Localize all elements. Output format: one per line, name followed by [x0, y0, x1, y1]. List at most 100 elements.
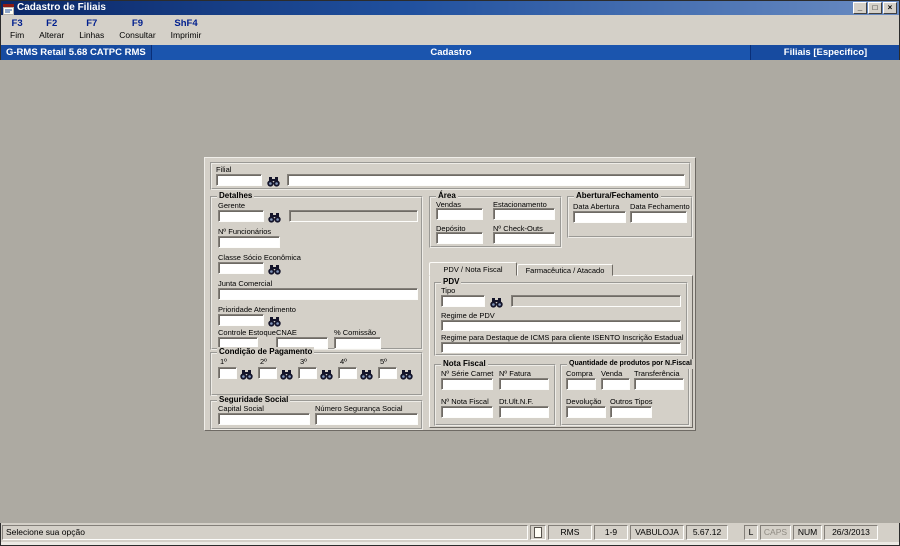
- compra-input[interactable]: [566, 378, 596, 390]
- window-controls: _ □ ×: [853, 1, 897, 14]
- minimize-button[interactable]: _: [853, 1, 867, 14]
- condicao-1-input[interactable]: [218, 367, 237, 379]
- filiais-form-panel: Filial Detalhes Gerente Nº Funcionários …: [204, 157, 696, 431]
- outros-tipos-input[interactable]: [610, 406, 652, 418]
- capital-social-input[interactable]: [218, 413, 310, 425]
- condicao-pagamento-title: Condição de Pagamento: [217, 347, 315, 357]
- junta-comercial-input[interactable]: [218, 288, 418, 300]
- classe-socio-economica-label: Classe Sócio Econômica: [218, 253, 301, 262]
- transferencia-input[interactable]: [634, 378, 684, 390]
- filial-code-input[interactable]: [216, 174, 262, 186]
- filial-label: Filial: [216, 165, 232, 174]
- toolbar-key: F3: [11, 18, 23, 29]
- status-date: 26/3/2013: [824, 525, 878, 540]
- tipo-name-input: [511, 295, 681, 307]
- binoculars-icon[interactable]: [268, 210, 282, 223]
- tab-pdv-nota-fiscal[interactable]: PDV / Nota Fiscal: [429, 262, 517, 276]
- binoculars-icon[interactable]: [268, 262, 282, 275]
- binoculars-icon[interactable]: [267, 174, 281, 187]
- fatura-input[interactable]: [499, 378, 549, 390]
- vendas-input[interactable]: [436, 208, 483, 220]
- tab-panel-pdv-nota-fiscal: PDV Tipo Regime de PDV Regime para Desta…: [429, 275, 694, 428]
- seguridade-social-groupbox: Seguridade Social Capital Social Número …: [210, 395, 423, 430]
- prioridade-atendimento-input[interactable]: [218, 314, 264, 326]
- binoculars-icon[interactable]: [490, 295, 504, 308]
- status-station: VABULOJA: [630, 525, 684, 540]
- toolbar: F3 Fim F2 Alterar F7 Linhas F9 Consultar…: [0, 15, 900, 45]
- toolbar-button-alterar[interactable]: F2 Alterar: [35, 17, 68, 42]
- numero-seguranca-social-label: Número Segurança Social: [315, 404, 403, 413]
- venda-input[interactable]: [601, 378, 630, 390]
- status-message: Selecione sua opção: [2, 525, 528, 540]
- app-icon: [3, 2, 14, 15]
- status-doc-panel: [530, 525, 546, 540]
- condicao-4-label: 4º: [340, 357, 347, 366]
- status-system: RMS: [548, 525, 592, 540]
- estacionamento-input[interactable]: [493, 208, 555, 220]
- deposito-input[interactable]: [436, 232, 483, 244]
- compra-label: Compra: [566, 369, 593, 378]
- data-abertura-label: Data Abertura: [573, 202, 620, 211]
- app-window: Cadastro de Filiais _ □ × F3 Fim F2 Alte…: [0, 0, 900, 546]
- condicao-pagamento-groupbox: Condição de Pagamento 1º 2º 3º 4º 5º: [210, 347, 423, 396]
- comissao-input[interactable]: [334, 337, 381, 349]
- toolbar-button-imprimir[interactable]: ShF4 Imprimir: [167, 17, 206, 42]
- condicao-5-input[interactable]: [378, 367, 397, 379]
- status-range: 1-9: [594, 525, 628, 540]
- toolbar-button-linhas[interactable]: F7 Linhas: [75, 17, 108, 42]
- quantidade-nf-groupbox: Quantidade de produtos por N.Fiscal Comp…: [560, 359, 694, 426]
- condicao-3-input[interactable]: [298, 367, 317, 379]
- binoculars-icon[interactable]: [280, 367, 294, 380]
- data-abertura-input[interactable]: [573, 211, 626, 223]
- devolucao-label: Devolução: [566, 397, 602, 406]
- header-app-title: G-RMS Retail 5.68 CATPC RMS: [0, 45, 152, 60]
- toolbar-key: F7: [86, 18, 98, 29]
- nota-fiscal-groupbox: Nota Fiscal Nº Série Carnet Nº Fatura Nº…: [434, 359, 556, 426]
- toolbar-button-fim[interactable]: F3 Fim: [6, 17, 28, 42]
- controle-estoque-label: Controle Estoque: [218, 328, 276, 337]
- check-outs-input[interactable]: [493, 232, 555, 244]
- serie-carnet-label: Nº Série Carnet: [441, 369, 494, 378]
- header-screen-title: Filiais [Especifico]: [750, 45, 900, 60]
- data-fechamento-input[interactable]: [630, 211, 687, 223]
- close-button[interactable]: ×: [883, 1, 897, 14]
- quantidade-nf-title: Quantidade de produtos por N.Fiscal: [567, 359, 694, 369]
- data-fechamento-label: Data Fechamento: [630, 202, 690, 211]
- document-icon: [534, 527, 542, 538]
- tipo-code-input[interactable]: [441, 295, 485, 307]
- comissao-label: % Comissão: [334, 328, 377, 337]
- dt-ult-nf-label: Dt.Ult.N.F.: [499, 397, 534, 406]
- condicao-4-input[interactable]: [338, 367, 357, 379]
- nota-fiscal-num-input[interactable]: [441, 406, 493, 418]
- restore-button[interactable]: □: [868, 1, 882, 14]
- workspace: Filial Detalhes Gerente Nº Funcionários …: [0, 60, 900, 523]
- filial-groupbox: Filial: [210, 162, 691, 190]
- serie-carnet-input[interactable]: [441, 378, 493, 390]
- abertura-fechamento-title: Abertura/Fechamento: [574, 191, 661, 201]
- nota-fiscal-title: Nota Fiscal: [441, 359, 488, 369]
- binoculars-icon[interactable]: [320, 367, 334, 380]
- devolucao-input[interactable]: [566, 406, 606, 418]
- classe-socio-economica-input[interactable]: [218, 262, 264, 274]
- status-version: 5.67.12: [686, 525, 728, 540]
- toolbar-label: Consultar: [119, 30, 156, 40]
- status-lock-indicator: L: [744, 525, 758, 540]
- binoculars-icon[interactable]: [240, 367, 254, 380]
- numero-seguranca-social-input[interactable]: [315, 413, 418, 425]
- binoculars-icon[interactable]: [360, 367, 374, 380]
- num-funcionarios-input[interactable]: [218, 236, 280, 248]
- toolbar-button-consultar[interactable]: F9 Consultar: [115, 17, 159, 42]
- toolbar-label: Linhas: [79, 30, 105, 40]
- detalhes-groupbox: Detalhes Gerente Nº Funcionários Classe …: [210, 191, 423, 350]
- condicao-2-input[interactable]: [258, 367, 277, 379]
- filial-name-input[interactable]: [287, 174, 685, 186]
- tab-farmaceutica-atacado[interactable]: Farmacêutica / Atacado: [517, 264, 613, 276]
- binoculars-icon[interactable]: [400, 367, 414, 380]
- regime-icms-input[interactable]: [441, 342, 681, 353]
- dt-ult-nf-input[interactable]: [499, 406, 549, 418]
- header-module-title: Cadastro: [430, 47, 472, 58]
- bottom-strip: [0, 542, 900, 546]
- gerente-code-input[interactable]: [218, 210, 264, 222]
- regime-pdv-input[interactable]: [441, 320, 681, 331]
- binoculars-icon[interactable]: [268, 314, 282, 327]
